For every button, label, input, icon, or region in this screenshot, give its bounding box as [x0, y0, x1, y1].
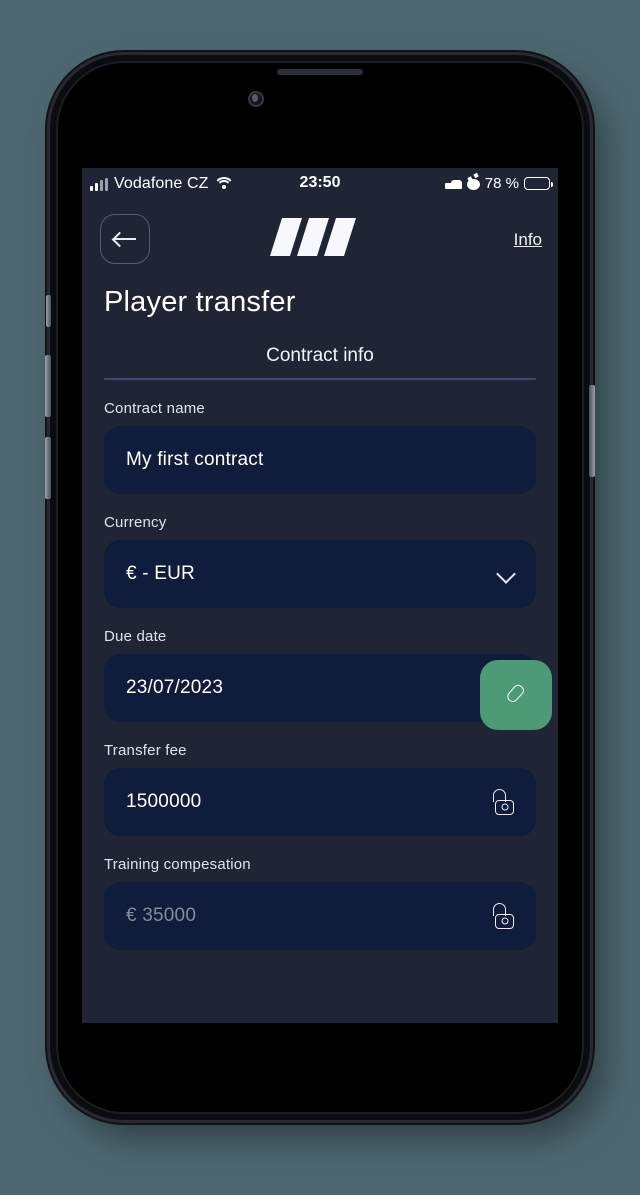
alarm-clock-icon: [466, 177, 480, 190]
due-date-input[interactable]: 23/07/2023: [104, 653, 552, 730]
status-bar-clock: 23:50: [299, 174, 341, 191]
field-label: Transfer fee: [104, 741, 187, 759]
mute-switch-button[interactable]: [46, 295, 51, 327]
transfer-fee-input[interactable]: 1500000: [104, 767, 536, 836]
back-button[interactable]: [100, 214, 150, 264]
field-due-date: Due date 23/07/2023: [104, 627, 552, 730]
carrier-label: Vodafone CZ: [114, 175, 209, 192]
field-value: € - EUR: [126, 562, 195, 584]
front-camera-lens: [248, 91, 264, 107]
field-currency: Currency € - EUR: [104, 514, 536, 608]
field-training-compensation: Training compesation € 35000: [104, 856, 536, 950]
battery-icon: [524, 177, 553, 190]
signal-bars-icon: [90, 177, 108, 191]
phone-screen: Vodafone CZ 23:50 78 % Info Player trans…: [82, 168, 558, 1023]
field-placeholder: € 35000: [126, 904, 197, 926]
field-transfer-fee: Transfer fee 1500000: [104, 742, 536, 836]
field-value: 1500000: [126, 790, 202, 812]
phone-device-frame: Vodafone CZ 23:50 78 % Info Player trans…: [45, 55, 595, 1120]
wifi-icon: [213, 177, 234, 191]
volume-up-button[interactable]: [45, 355, 51, 417]
field-value: My first contract: [126, 448, 264, 470]
training-compensation-input[interactable]: € 35000: [104, 881, 536, 950]
currency-select[interactable]: € - EUR: [104, 539, 536, 608]
field-contract-name: Contract name My first contract: [104, 400, 536, 494]
tab-contract-info[interactable]: Contract info: [266, 345, 374, 378]
status-bar-left: Vodafone CZ: [90, 175, 234, 193]
contract-name-input[interactable]: My first contract: [104, 425, 536, 494]
power-button[interactable]: [589, 385, 595, 477]
volume-down-button[interactable]: [45, 437, 51, 499]
status-bar: Vodafone CZ 23:50 78 %: [82, 168, 558, 202]
tab-bar: Contract info: [104, 345, 536, 378]
lock-open-icon[interactable]: [492, 902, 516, 929]
bed-icon: [444, 178, 462, 190]
field-label: Due date: [104, 627, 167, 645]
field-value: 23/07/2023: [126, 676, 224, 698]
pencil-edit-icon: [503, 682, 529, 708]
field-label: Contract name: [104, 399, 205, 417]
chevron-down-icon: [498, 566, 514, 582]
status-bar-right: 78 %: [444, 175, 553, 192]
earpiece-speaker: [277, 69, 363, 75]
page-title: Player transfer: [104, 286, 296, 318]
brand-logo-icon: [268, 216, 372, 258]
info-link[interactable]: Info: [514, 230, 542, 250]
edit-floating-button[interactable]: [480, 659, 552, 730]
screenshot-scene: Vodafone CZ 23:50 78 % Info Player trans…: [0, 0, 640, 1195]
field-label: Currency: [104, 513, 167, 531]
app-header: Info: [82, 202, 558, 272]
page-content: Player transfer Contract info Contract n…: [82, 286, 558, 950]
battery-percent-label: 78 %: [484, 175, 519, 192]
arrow-left-icon: [114, 231, 136, 247]
lock-open-icon[interactable]: [492, 788, 516, 815]
field-label: Training compesation: [104, 855, 251, 873]
tab-divider: [104, 378, 536, 380]
